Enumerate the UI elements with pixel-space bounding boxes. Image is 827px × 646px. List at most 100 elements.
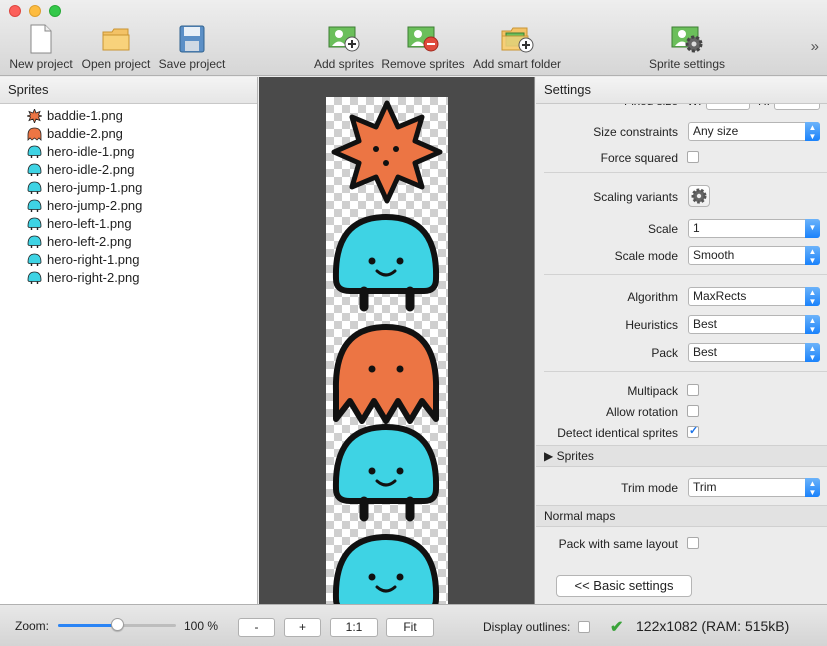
select-arrows-icon: ▲ ▼	[805, 287, 820, 306]
hero-sprite-1	[332, 213, 440, 312]
pack-select[interactable]: Best ▲ ▼	[688, 343, 820, 362]
force-squared-checkbox[interactable]	[687, 151, 699, 163]
sprite-file-name: hero-right-1.png	[47, 252, 140, 267]
add-smart-folder-button[interactable]: Add smart folder	[470, 24, 564, 74]
sprite-list-item[interactable]: baddie-1.png	[0, 107, 257, 125]
zoom-in-button[interactable]: +	[284, 618, 321, 637]
hero-icon	[27, 199, 42, 213]
scale-mode-row: Scale mode Smooth ▲ ▼	[536, 246, 827, 266]
new-project-button[interactable]: New project	[7, 24, 75, 74]
sprite-list-item[interactable]: hero-right-2.png	[0, 269, 257, 287]
sprite-sheet-image	[331, 100, 443, 604]
scaling-variants-row: Scaling variants	[536, 185, 827, 209]
sprite-list-item[interactable]: hero-idle-1.png	[0, 143, 257, 161]
sprite-file-name: hero-right-2.png	[47, 270, 140, 285]
pack-row: Pack Best ▲ ▼	[536, 343, 827, 363]
select-arrows-icon: ▲ ▼	[805, 343, 820, 362]
select-arrows-icon: ▲ ▼	[805, 122, 820, 141]
sprite-list-item[interactable]: hero-idle-2.png	[0, 161, 257, 179]
select-arrows-icon: ▲ ▼	[805, 246, 820, 265]
sprite-list-item[interactable]: hero-left-2.png	[0, 233, 257, 251]
display-outlines-checkbox[interactable]	[578, 621, 590, 633]
remove-sprites-button[interactable]: Remove sprites	[380, 24, 466, 74]
trim-mode-label: Trim mode	[621, 481, 678, 495]
sprite-file-name: hero-jump-1.png	[47, 180, 143, 195]
scaling-variants-button[interactable]	[688, 185, 710, 207]
detect-identical-label: Detect identical sprites	[557, 426, 678, 440]
scale-label: Scale	[647, 222, 678, 236]
gear-icon	[691, 188, 707, 204]
trim-mode-select[interactable]: Trim ▲ ▼	[688, 478, 820, 497]
pack-same-layout-checkbox[interactable]	[687, 537, 699, 549]
save-project-button[interactable]: Save project	[157, 24, 227, 74]
algorithm-select[interactable]: MaxRects ▲ ▼	[688, 287, 820, 306]
basic-settings-button[interactable]: << Basic settings	[556, 575, 692, 597]
heuristics-value: Best	[693, 317, 718, 331]
toolbar-overflow-chevron-icon[interactable]: »	[811, 38, 819, 55]
sprite-list-item[interactable]: hero-jump-1.png	[0, 179, 257, 197]
sprite-settings-label: Sprite settings	[648, 57, 726, 71]
detect-identical-checkbox[interactable]	[687, 424, 699, 438]
pack-value: Best	[693, 345, 718, 359]
sprite-file-name: hero-idle-1.png	[47, 144, 135, 159]
zoom-slider[interactable]	[58, 618, 176, 631]
disclosure-triangle-icon: ▶	[544, 449, 554, 463]
scale-mode-value: Smooth	[693, 248, 735, 262]
sprite-file-name: hero-left-1.png	[47, 216, 132, 231]
zoom-actual-size-button[interactable]: 1:1	[330, 618, 378, 637]
close-window-button[interactable]	[9, 5, 21, 17]
sprite-list-item[interactable]: hero-jump-2.png	[0, 197, 257, 215]
checkmark-icon: ✔	[610, 619, 624, 636]
trim-mode-value: Trim	[693, 480, 717, 494]
scale-mode-select[interactable]: Smooth ▲ ▼	[688, 246, 820, 265]
trim-mode-row: Trim mode Trim ▲ ▼	[536, 478, 827, 498]
zoom-out-button[interactable]: -	[238, 618, 275, 637]
heuristics-select[interactable]: Best ▲ ▼	[688, 315, 820, 334]
force-squared-row: Force squared	[536, 148, 827, 168]
sprite-list-item[interactable]: hero-right-1.png	[0, 251, 257, 269]
open-project-button[interactable]: Open project	[80, 24, 152, 74]
multipack-label: Multipack	[627, 384, 678, 398]
scale-row: Scale 1 ▼	[536, 219, 827, 239]
baddie-1-sprite	[331, 100, 443, 204]
baddie-2-sprite	[332, 324, 440, 424]
multipack-checkbox[interactable]	[687, 384, 699, 396]
zoom-slider-knob[interactable]	[111, 618, 124, 631]
display-outlines-label: Display outlines:	[483, 620, 571, 634]
heuristics-label: Heuristics	[625, 318, 678, 332]
add-sprites-button[interactable]: Add sprites	[311, 24, 377, 74]
toolbar: New project Open project Save project Ad…	[0, 0, 827, 76]
remove-sprites-label: Remove sprites	[381, 57, 465, 71]
pack-same-layout-row: Pack with same layout	[536, 534, 827, 554]
zoom-fit-button[interactable]: Fit	[386, 618, 434, 637]
sprite-list-item[interactable]: hero-left-1.png	[0, 215, 257, 233]
heuristics-row: Heuristics Best ▲ ▼	[536, 315, 827, 335]
folder-icon	[102, 28, 130, 51]
remove-sprites-icon	[407, 26, 439, 52]
allow-rotation-label: Allow rotation	[605, 405, 678, 419]
minimize-window-button[interactable]	[29, 5, 41, 17]
sprite-sheet-preview[interactable]	[259, 77, 535, 604]
sprite-settings-gear-icon	[671, 26, 703, 53]
sprite-list-item[interactable]: baddie-2.png	[0, 125, 257, 143]
zoom-window-button[interactable]	[49, 5, 61, 17]
sprite-file-name: hero-idle-2.png	[47, 162, 135, 177]
sprites-section-label: Sprites	[556, 449, 594, 463]
zoom-slider-fill	[58, 624, 117, 627]
new-document-icon	[30, 24, 52, 54]
hero-sprite-3	[332, 533, 440, 604]
sprite-file-name: hero-left-2.png	[47, 234, 132, 249]
size-constraints-select[interactable]: Any size ▲ ▼	[688, 122, 820, 141]
force-squared-label: Force squared	[600, 151, 678, 165]
sprites-section-header[interactable]: ▶ Sprites	[536, 445, 827, 467]
hero-sprite-2	[332, 423, 440, 522]
allow-rotation-checkbox[interactable]	[687, 405, 699, 417]
detect-identical-row: Detect identical sprites	[536, 423, 827, 443]
add-sprites-label: Add sprites	[313, 57, 375, 71]
hero-icon	[27, 271, 42, 285]
size-constraints-row: Size constraints Any size ▲ ▼	[536, 122, 827, 142]
sprite-settings-button[interactable]: Sprite settings	[646, 24, 728, 74]
add-smart-folder-label: Add smart folder	[472, 57, 562, 71]
scale-combobox[interactable]: 1 ▼	[688, 219, 820, 238]
select-arrows-icon: ▲ ▼	[805, 315, 820, 334]
